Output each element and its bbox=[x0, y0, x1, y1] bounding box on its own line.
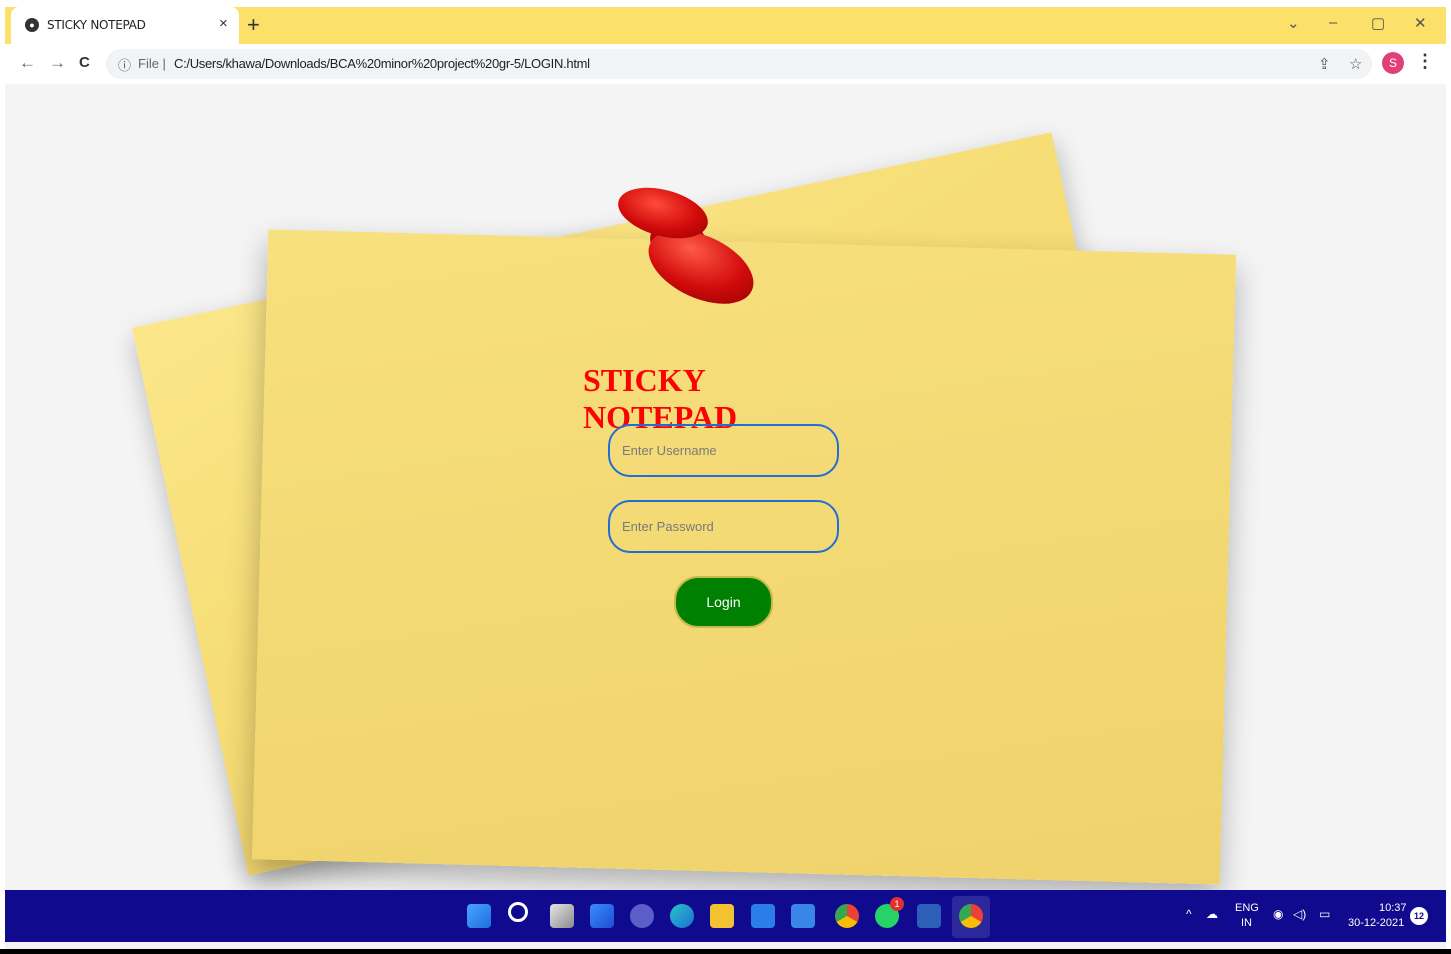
maximize-button[interactable]: ▢ bbox=[1371, 14, 1385, 32]
browser-window: ● STICKY NOTEPAD × + ⌄ – ▢ ✕ ← → C ⓘ Fil… bbox=[5, 7, 1446, 949]
push-pin-icon bbox=[612, 178, 775, 324]
bottom-edge bbox=[0, 949, 1451, 954]
volume-icon[interactable]: ◁) bbox=[1293, 907, 1306, 921]
clock-time[interactable]: 10:37 bbox=[1379, 902, 1407, 914]
password-input[interactable] bbox=[608, 500, 839, 553]
word-icon[interactable] bbox=[917, 904, 941, 928]
language-region[interactable]: IN bbox=[1241, 917, 1252, 929]
reload-button[interactable]: C bbox=[79, 54, 90, 71]
task-view-icon[interactable] bbox=[550, 904, 574, 928]
file-explorer-icon[interactable] bbox=[710, 904, 734, 928]
address-bar[interactable]: ⓘ File | C:/Users/khawa/Downloads/BCA%20… bbox=[106, 49, 1372, 79]
close-window-button[interactable]: ✕ bbox=[1414, 14, 1427, 32]
language-indicator[interactable]: ENG bbox=[1235, 902, 1259, 914]
share-icon[interactable]: ⇪ bbox=[1318, 55, 1331, 73]
forward-button[interactable]: → bbox=[49, 53, 66, 73]
battery-icon[interactable]: ▭ bbox=[1319, 907, 1330, 921]
profile-avatar[interactable]: S bbox=[1382, 52, 1404, 74]
clock-date[interactable]: 30-12-2021 bbox=[1348, 917, 1404, 929]
minimize-button[interactable]: – bbox=[1329, 14, 1337, 31]
page-content: STICKY NOTEPAD Login bbox=[5, 84, 1446, 890]
tab-strip: ● STICKY NOTEPAD × + ⌄ – ▢ ✕ bbox=[5, 7, 1446, 44]
chrome-active-icon[interactable] bbox=[959, 904, 983, 928]
mail-icon[interactable] bbox=[791, 904, 815, 928]
browser-menu-icon[interactable]: ⋮ bbox=[1416, 51, 1434, 72]
tab-search-icon[interactable]: ⌄ bbox=[1287, 14, 1300, 32]
start-icon[interactable] bbox=[467, 904, 491, 928]
tray-chevron-icon[interactable]: ^ bbox=[1186, 907, 1192, 921]
sticky-note-front bbox=[251, 229, 1237, 885]
tab-title: STICKY NOTEPAD bbox=[47, 18, 146, 32]
username-input[interactable] bbox=[608, 424, 839, 477]
widgets-icon[interactable] bbox=[590, 904, 614, 928]
wifi-icon[interactable]: ◉ bbox=[1273, 907, 1283, 921]
chrome-icon[interactable] bbox=[835, 904, 859, 928]
edge-icon[interactable] bbox=[670, 904, 694, 928]
search-icon[interactable] bbox=[508, 902, 528, 922]
back-button[interactable]: ← bbox=[19, 53, 36, 73]
scheme-label: File | bbox=[138, 56, 166, 71]
tab-sticky-notepad[interactable]: ● STICKY NOTEPAD × bbox=[11, 7, 239, 44]
browser-toolbar: ← → C ⓘ File | C:/Users/khawa/Downloads/… bbox=[5, 44, 1446, 84]
close-tab-icon[interactable]: × bbox=[219, 15, 228, 32]
login-button[interactable]: Login bbox=[674, 576, 773, 628]
tray-app-icon[interactable]: ☁ bbox=[1206, 907, 1218, 921]
chat-icon[interactable] bbox=[630, 904, 654, 928]
whatsapp-badge: 1 bbox=[890, 897, 904, 911]
url-text[interactable]: C:/Users/khawa/Downloads/BCA%20minor%20p… bbox=[174, 56, 590, 71]
site-info-icon[interactable]: ⓘ bbox=[118, 55, 131, 74]
taskbar: 1 ^ ☁ ENG IN ◉ ◁) ▭ 10:37 30-12-2021 12 bbox=[5, 890, 1446, 942]
globe-icon: ● bbox=[25, 18, 39, 32]
notification-count[interactable]: 12 bbox=[1410, 907, 1428, 925]
store-icon[interactable] bbox=[751, 904, 775, 928]
new-tab-button[interactable]: + bbox=[247, 12, 260, 38]
bookmark-star-icon[interactable]: ☆ bbox=[1349, 55, 1362, 73]
